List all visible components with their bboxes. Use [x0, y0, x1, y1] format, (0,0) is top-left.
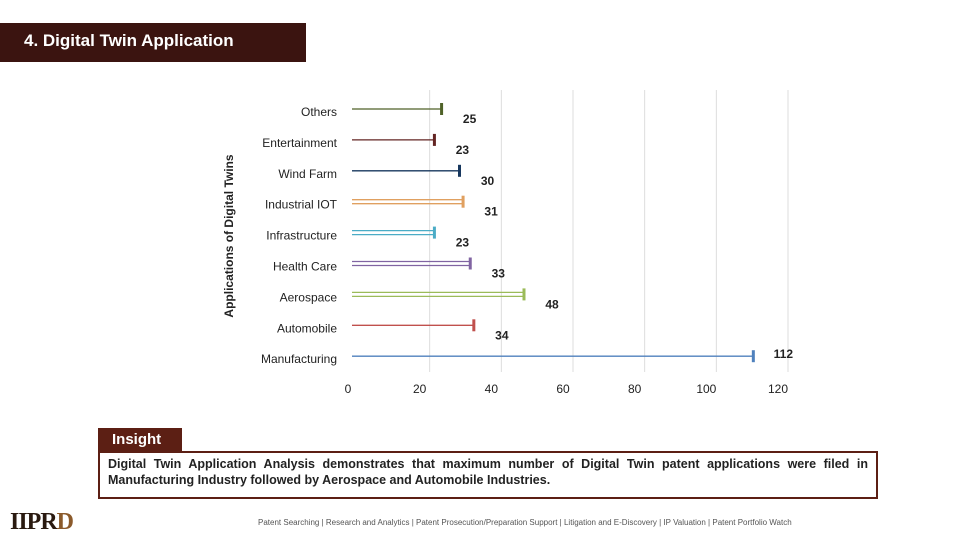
category-label: Health Care [273, 260, 337, 274]
data-label: 48 [545, 297, 559, 311]
data-label: 31 [484, 205, 498, 219]
data-label: 25 [463, 112, 477, 126]
bar-end-cap [472, 319, 476, 332]
x-tick-label: 60 [556, 382, 570, 396]
x-tick-label: 0 [345, 382, 352, 396]
footer-services: Patent Searching | Research and Analytic… [258, 518, 792, 527]
bar-end-cap [458, 164, 461, 177]
bar-end-cap [468, 257, 472, 270]
category-label: Aerospace [280, 290, 338, 304]
data-label: 33 [492, 267, 506, 281]
x-tick-label: 120 [768, 382, 788, 396]
category-label: Infrastructure [266, 229, 337, 243]
x-tick-label: 20 [413, 382, 427, 396]
bar-end-cap [432, 133, 436, 146]
data-label: 23 [456, 143, 470, 157]
data-label: 112 [774, 347, 794, 361]
category-label: Entertainment [262, 136, 337, 150]
bar-chart: 0 20 40 60 80 100 120 Applications of Digital T… [222, 90, 794, 396]
category-label: Others [301, 105, 337, 119]
bar-end-cap [461, 195, 465, 208]
x-tick-label: 80 [628, 382, 642, 396]
category-label: Automobile [277, 321, 337, 335]
bar-end-cap [751, 350, 755, 363]
category-label: Wind Farm [278, 167, 337, 181]
category-label: Manufacturing [261, 352, 337, 366]
data-label: 34 [495, 328, 509, 342]
insight-text: Digital Twin Application Analysis demons… [98, 451, 878, 499]
category-label: Industrial IOT [265, 198, 338, 212]
insight-label: Insight [98, 428, 182, 452]
data-label: 30 [481, 174, 495, 188]
company-logo: IIPRD [10, 509, 74, 535]
x-tick-label: 100 [696, 382, 716, 396]
bar-end-cap [432, 226, 436, 239]
x-tick-label: 40 [485, 382, 499, 396]
bar-end-cap [522, 288, 526, 301]
data-label: 23 [456, 236, 470, 250]
bar-end-cap [440, 103, 444, 115]
y-axis-label: Applications of Digital Twins [222, 154, 236, 317]
